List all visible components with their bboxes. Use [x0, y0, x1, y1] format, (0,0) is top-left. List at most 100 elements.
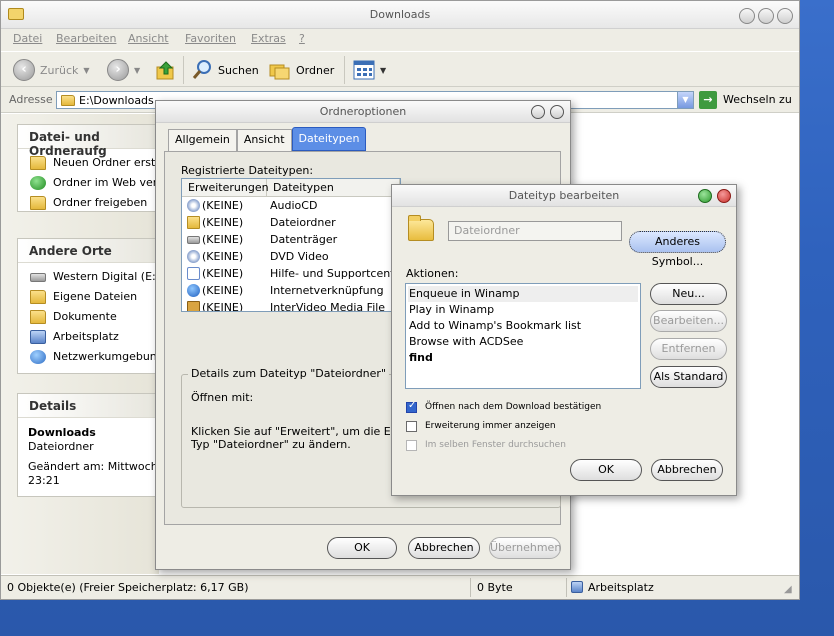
- search-button[interactable]: Suchen: [191, 58, 259, 82]
- list-item[interactable]: (KEINE) AudioCD: [182, 197, 400, 214]
- change-icon-button[interactable]: Anderes Symbol...: [629, 231, 726, 268]
- ok-button[interactable]: OK: [327, 537, 397, 559]
- close-button[interactable]: [777, 8, 793, 24]
- up-folder-button[interactable]: [155, 58, 177, 82]
- share-folder-icon: [30, 196, 46, 210]
- list-item[interactable]: Play in Winamp: [408, 302, 638, 318]
- actions-label: Aktionen:: [406, 267, 459, 280]
- folders-icon: [269, 64, 290, 80]
- tab-file-types[interactable]: Dateitypen: [291, 127, 367, 151]
- folder-icon: [408, 215, 434, 241]
- list-item[interactable]: (KEINE) InterVideo Media File: [182, 299, 400, 311]
- address-value: E:\Downloads: [79, 94, 154, 107]
- menu-help[interactable]: ?: [299, 32, 305, 45]
- place-western-digital[interactable]: Western Digital (E:): [18, 267, 162, 287]
- status-size: 0 Byte: [477, 581, 513, 594]
- chevron-down-icon: ▼: [380, 65, 387, 75]
- computer-icon: [30, 330, 46, 344]
- menu-bearbeiten[interactable]: Bearbeiten: [56, 32, 116, 45]
- list-item[interactable]: Add to Winamp's Bookmark list: [408, 318, 638, 334]
- close-button[interactable]: [550, 105, 564, 119]
- list-item[interactable]: (KEINE) Internetverknüpfung: [182, 282, 400, 299]
- folder-options-titlebar[interactable]: Ordneroptionen: [156, 101, 570, 123]
- confirm-open-checkbox[interactable]: [406, 400, 417, 413]
- address-label: Adresse: [9, 93, 53, 106]
- list-item[interactable]: (KEINE) Hilfe- und Supportcenter: [182, 265, 400, 282]
- same-window-checkbox[interactable]: [406, 439, 417, 451]
- place-my-documents[interactable]: Eigene Dateien: [18, 287, 162, 307]
- task-publish-web[interactable]: Ordner im Web veröf: [18, 173, 162, 193]
- edit-file-type-dialog: Dateityp bearbeiten Dateiordner Anderes …: [391, 184, 737, 496]
- views-button[interactable]: ▼: [353, 58, 386, 82]
- edit-action-button[interactable]: Bearbeiten...: [650, 310, 727, 332]
- file-types-list[interactable]: Erweiterungen Dateitypen (KEINE) AudioCD…: [181, 178, 401, 312]
- forward-arrow-icon: ›: [107, 59, 129, 81]
- list-item[interactable]: Enqueue in Winamp: [408, 286, 638, 302]
- tab-general[interactable]: Allgemein: [168, 129, 237, 151]
- back-arrow-icon: ‹: [13, 59, 35, 81]
- panel-header[interactable]: Details: [18, 394, 162, 418]
- details-panel: Details Downloads Dateiordner Geändert a…: [17, 393, 172, 497]
- cd-icon: [187, 199, 200, 212]
- place-my-computer[interactable]: Arbeitsplatz: [18, 327, 162, 347]
- documents-folder-icon: [30, 290, 46, 304]
- list-item[interactable]: find: [408, 350, 638, 366]
- cancel-button[interactable]: Abbrechen: [651, 459, 723, 481]
- list-header: Erweiterungen Dateitypen: [182, 179, 400, 197]
- edit-file-type-titlebar[interactable]: Dateityp bearbeiten: [392, 185, 736, 207]
- menu-favoriten[interactable]: Favoriten: [185, 32, 236, 45]
- menu-ansicht[interactable]: Ansicht: [128, 32, 169, 45]
- address-dropdown-button[interactable]: ▼: [677, 92, 693, 108]
- place-documents[interactable]: Dokumente: [18, 307, 162, 327]
- views-icon: [353, 60, 375, 80]
- network-icon: [30, 350, 46, 364]
- list-item[interactable]: (KEINE) Dateiordner: [182, 214, 400, 231]
- menu-datei[interactable]: Datei: [13, 32, 42, 45]
- actions-list[interactable]: Enqueue in Winamp Play in Winamp Add to …: [405, 283, 641, 389]
- go-arrow-icon[interactable]: →: [699, 91, 717, 109]
- minimize-button[interactable]: [698, 189, 712, 203]
- close-button[interactable]: [717, 189, 731, 203]
- column-file-types[interactable]: Dateitypen: [267, 179, 400, 196]
- folder-icon: [30, 310, 46, 324]
- confirm-open-checkbox-row[interactable]: Öffnen nach dem Download bestätigen: [406, 400, 601, 414]
- menu-extras[interactable]: Extras: [251, 32, 286, 45]
- details-type: Dateiordner: [28, 440, 94, 453]
- panel-header[interactable]: Datei- und Ordneraufg: [18, 125, 162, 158]
- ok-button[interactable]: OK: [570, 459, 642, 481]
- same-window-checkbox-row[interactable]: Im selben Fenster durchsuchen: [406, 438, 566, 452]
- resize-grip-icon[interactable]: ◢: [784, 584, 792, 595]
- apply-button[interactable]: Übernehmen: [489, 537, 561, 559]
- maximize-button[interactable]: [758, 8, 774, 24]
- cancel-button[interactable]: Abbrechen: [408, 537, 480, 559]
- computer-icon: [571, 581, 583, 593]
- task-share-folder[interactable]: Ordner freigeben: [18, 193, 162, 213]
- media-file-icon: [187, 301, 200, 311]
- list-item[interactable]: Browse with ACDSee: [408, 334, 638, 350]
- folders-button[interactable]: Ordner: [269, 58, 334, 82]
- set-default-button[interactable]: Als Standard: [650, 366, 727, 388]
- minimize-button[interactable]: [739, 8, 755, 24]
- back-button[interactable]: ‹ Zurück ▼: [13, 58, 90, 82]
- list-item[interactable]: (KEINE) DVD Video: [182, 248, 400, 265]
- new-action-button[interactable]: Neu...: [650, 283, 727, 305]
- file-type-name-field[interactable]: Dateiordner: [448, 221, 622, 241]
- forward-button[interactable]: › ▼: [107, 58, 140, 82]
- place-network[interactable]: Netzwerkumgebung: [18, 347, 162, 367]
- tab-strip: Allgemein Ansicht Dateitypen: [168, 127, 367, 151]
- registered-types-label: Registrierte Dateitypen:: [181, 164, 314, 177]
- column-extensions[interactable]: Erweiterungen: [182, 179, 269, 196]
- explorer-titlebar[interactable]: Downloads: [1, 1, 799, 29]
- always-show-ext-checkbox[interactable]: [406, 420, 417, 432]
- remove-action-button[interactable]: Entfernen: [650, 338, 727, 360]
- panel-header[interactable]: Andere Orte: [18, 239, 162, 263]
- task-new-folder[interactable]: Neuen Ordner erstelle: [18, 153, 162, 173]
- chevron-down-icon: ▼: [83, 65, 90, 75]
- dvd-icon: [187, 250, 200, 263]
- other-places-panel: Andere Orte Western Digital (E:) Eigene …: [17, 238, 163, 374]
- help-button[interactable]: [531, 105, 545, 119]
- tab-view[interactable]: Ansicht: [236, 129, 292, 151]
- always-show-ext-checkbox-row[interactable]: Erweiterung immer anzeigen: [406, 419, 556, 433]
- list-item[interactable]: (KEINE) Datenträger: [182, 231, 400, 248]
- go-button[interactable]: Wechseln zu: [723, 93, 792, 106]
